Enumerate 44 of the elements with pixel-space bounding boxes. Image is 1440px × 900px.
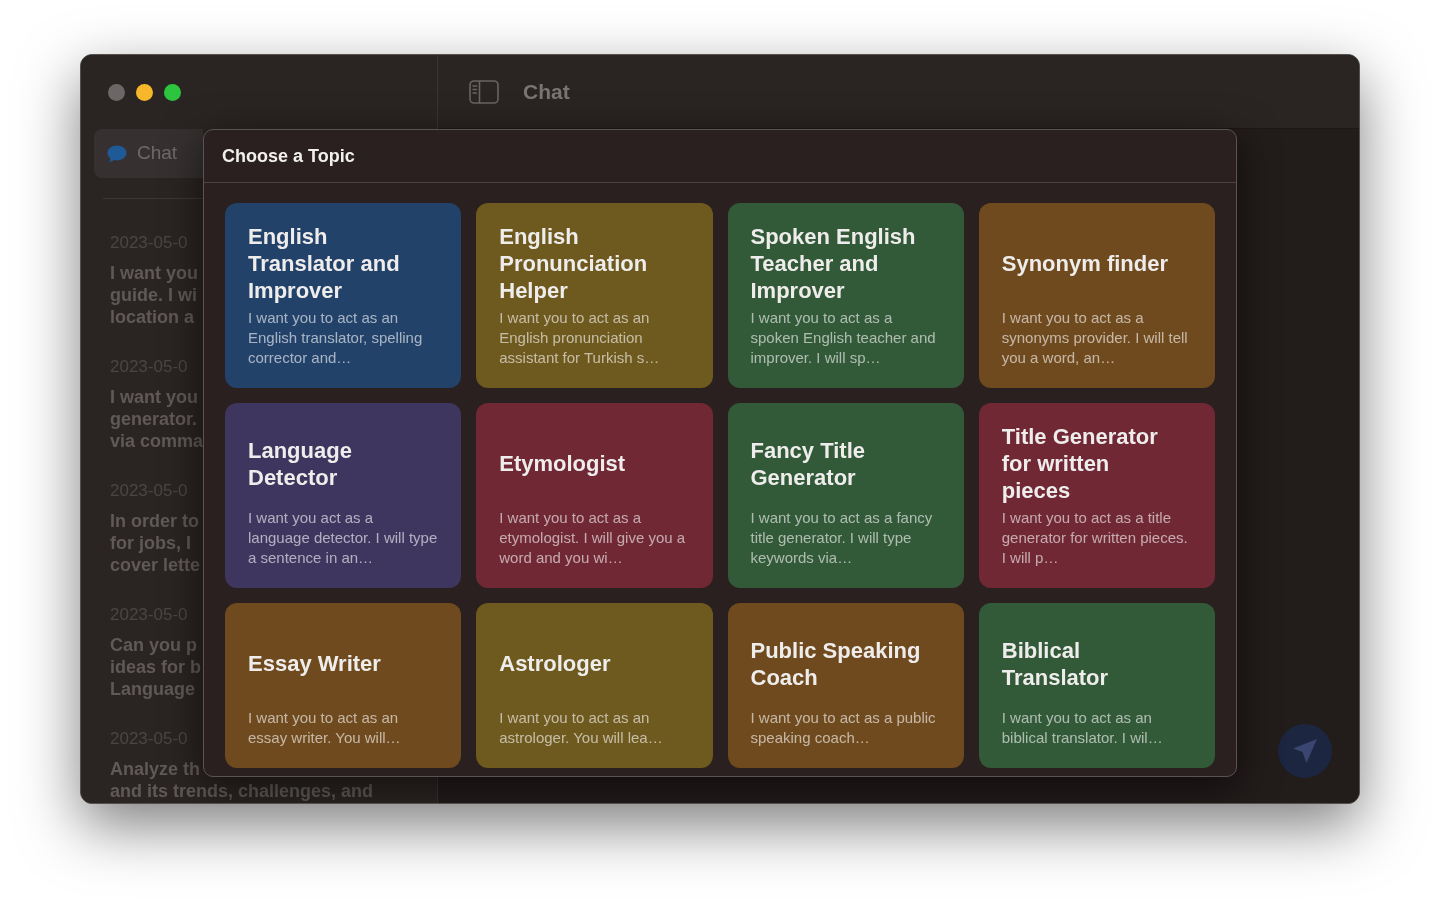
topic-description: I want you to act as an English translator, spelling corrector and… [248, 308, 424, 368]
topic-card[interactable]: Spoken English Teacher and Improver I want you to act as a spoken English teacher and improver. I will sp… [727, 203, 964, 388]
topic-title: English Translator and Improver [248, 223, 401, 304]
topic-title: Essay Writer [248, 650, 381, 677]
topic-card[interactable]: Essay Writer I want you to act as an essay writer. You will… [225, 603, 462, 768]
topic-title: Title Generator for written pieces [1001, 423, 1159, 504]
header-title: Chat [523, 78, 570, 105]
topic-card[interactable]: Etymologist I want you to act as a etymologist. I will give you a word and you wi… [476, 403, 713, 588]
topic-description: I want you to act as a public speaking coach… [750, 708, 937, 748]
topic-description: I want you to act as an essay writer. You will… [248, 708, 402, 748]
sidebar-icon[interactable] [469, 79, 499, 104]
paper-plane-icon [1292, 738, 1318, 764]
topic-description: I want you to act as an astrologer. You will lea… [499, 708, 664, 748]
topic-card[interactable]: English Translator and Improver I want you to act as an English translator, spelling corrector and… [225, 203, 462, 388]
topic-description: I want you to act as a synonyms provider. I will tell you a word, an… [1001, 308, 1189, 368]
topic-description: I want you to act as a fancy title generator. I will type keywords via… [750, 508, 934, 568]
topic-description: I want you to act as a etymologist. I will give you a word and you wi… [499, 508, 687, 568]
topic-card[interactable]: Fancy Title Generator I want you to act as a fancy title generator. I will type keywords via… [727, 403, 964, 588]
topic-card[interactable]: Synonym finder I want you to act as a synonyms provider. I will tell you a word, an… [978, 203, 1215, 388]
topic-description: I want you to act as a spoken English teacher and improver. I will sp… [750, 308, 937, 368]
minimize-window-icon[interactable] [136, 83, 153, 101]
topic-title: Synonym finder [1001, 250, 1168, 277]
zoom-window-icon[interactable] [164, 83, 181, 101]
topic-title: Public Speaking Coach [750, 636, 922, 691]
topic-title: Spoken English Teacher and Improver [750, 223, 917, 304]
topic-description: I want you to act as an English pronunciation assistant for Turkish s… [499, 308, 661, 368]
topic-title: English Pronunciation Helper [499, 223, 649, 304]
topic-card[interactable]: English Pronunciation Helper I want you to act as an English pronunciation assistant for Turkish s… [476, 203, 713, 388]
topic-title: Astrologer [499, 650, 611, 677]
topic-title: Language Detector [248, 436, 353, 491]
topic-card[interactable]: Public Speaking Coach I want you to act as a public speaking coach… [727, 603, 964, 768]
topic-description: I want you to act as an biblical translator. I wil… [1001, 708, 1164, 748]
topic-card[interactable]: Language Detector I want you act as a language detector. I will type a sentence in an… [225, 403, 462, 588]
topic-card[interactable]: Biblical Translator I want you to act as an biblical translator. I wil… [978, 603, 1215, 768]
topic-title: Etymologist [499, 450, 626, 477]
topic-description: I want you act as a language detector. I will type a sentence in an… [248, 508, 439, 568]
topic-description: I want you to act as a title generator for written pieces. I will p… [1001, 508, 1189, 568]
chat-bubble-icon [107, 144, 127, 163]
send-button[interactable] [1278, 724, 1332, 778]
topic-card[interactable]: Title Generator for written pieces I want you to act as a title generator for written pieces. I will p… [978, 403, 1215, 588]
topic-title: Biblical Translator [1001, 636, 1110, 691]
dialog-title: Choose a Topic [222, 144, 355, 168]
topic-title: Fancy Title Generator [750, 436, 867, 491]
topic-card[interactable]: Astrologer I want you to act as an astrologer. You will lea… [476, 603, 713, 768]
